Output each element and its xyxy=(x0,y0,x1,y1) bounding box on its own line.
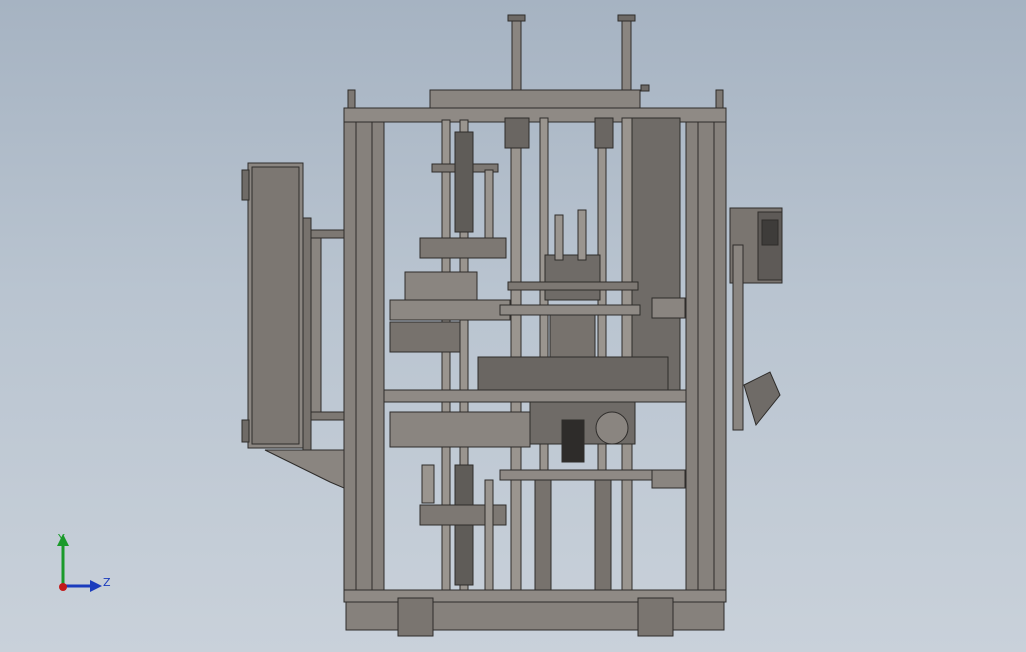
lower-left-cylinder xyxy=(419,464,507,591)
top-plate xyxy=(343,89,727,123)
triad-y-label: Y xyxy=(58,532,65,545)
triad-z-label: Z xyxy=(103,576,111,589)
right-frame-column xyxy=(631,117,727,593)
triad-origin xyxy=(59,583,67,591)
triad-z-arrowhead xyxy=(90,580,102,592)
base-frame xyxy=(343,589,727,637)
top-guide-rods xyxy=(507,14,650,93)
cad-viewport[interactable]: Y Z xyxy=(0,0,1026,652)
control-box xyxy=(729,207,783,431)
machine-assembly-model[interactable] xyxy=(0,0,1026,652)
lower-rod-cylinders xyxy=(534,479,612,591)
left-frame-column xyxy=(343,121,385,593)
electrical-cabinet xyxy=(241,162,345,489)
